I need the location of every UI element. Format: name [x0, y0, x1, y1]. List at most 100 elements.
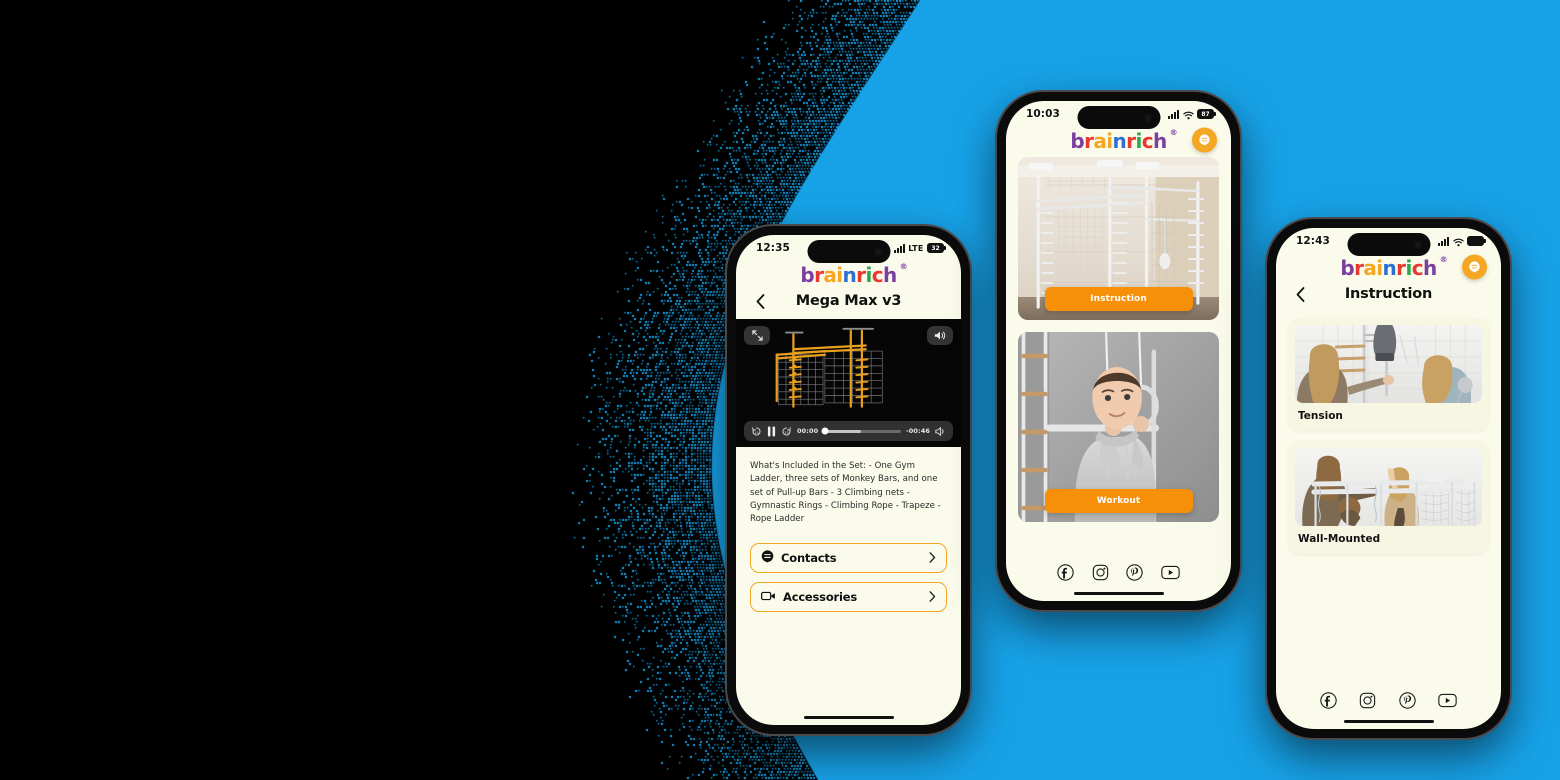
forward-15-icon[interactable]: 15	[781, 422, 792, 441]
logo-letter-r: r	[1354, 256, 1364, 280]
chat-fab-button[interactable]	[1462, 254, 1487, 280]
dynamic-island	[807, 240, 890, 263]
social-links	[1276, 686, 1501, 719]
contacts-button-label: Contacts	[781, 550, 837, 565]
chat-fab-button[interactable]	[1192, 127, 1217, 153]
status-time: 10:03	[1026, 108, 1060, 120]
video-controls-bar[interactable]: 15 15 00:00 -00:46	[744, 421, 953, 441]
chevron-left-icon[interactable]	[752, 293, 768, 309]
logo-letter-c: c	[1141, 129, 1154, 153]
instruction-card-tension[interactable]: Tension	[1288, 318, 1489, 431]
logo-letter-b: b	[1070, 129, 1085, 153]
phone-middle: 10:03 87 brainrich ® Instruction Workout	[997, 92, 1240, 610]
instruction-thumb	[1295, 325, 1482, 403]
nav-bar: Instruction	[1276, 280, 1501, 312]
logo-letter-b: b	[800, 263, 815, 287]
logo-letter-a: a	[1363, 256, 1377, 280]
status-indicators: LTE 32	[893, 243, 944, 253]
logo-letter-c: c	[871, 263, 884, 287]
app-logo-row: brainrich ®	[1276, 254, 1501, 280]
signal-bars-icon	[1168, 109, 1179, 119]
battery-icon: 32	[927, 243, 944, 253]
mockup-stage: 12:35 LTE 32 brainrich ® Mega Max v3 15 …	[0, 0, 1560, 780]
instagram-icon[interactable]	[1092, 564, 1109, 585]
instruction-card-wall-mounted[interactable]: Wall-Mounted	[1288, 441, 1489, 554]
brainrich-logo: brainrich ®	[800, 262, 907, 287]
network-label: LTE	[908, 243, 924, 253]
brainrich-logo: brainrich ®	[1340, 255, 1447, 280]
youtube-icon[interactable]	[1438, 693, 1457, 712]
accessories-button[interactable]: Accessories	[750, 581, 947, 612]
logo-letter-r2: r	[1396, 256, 1406, 280]
wifi-icon	[1452, 232, 1464, 251]
video-progress-slider[interactable]	[821, 427, 901, 435]
phone-left-screen: 12:35 LTE 32 brainrich ® Mega Max v3 15 …	[736, 235, 961, 725]
video-camera-icon	[761, 587, 776, 606]
instruction-list: Tension Wall-Mounted	[1276, 312, 1501, 554]
instruction-thumb	[1295, 448, 1482, 526]
page-title: Mega Max v3	[795, 293, 902, 309]
logo-letter-n: n	[1382, 256, 1397, 280]
expand-icon[interactable]	[744, 326, 770, 345]
registered-mark: ®	[1439, 255, 1448, 264]
registered-mark: ®	[899, 262, 908, 271]
home-indicator[interactable]	[803, 715, 894, 719]
instruction-card-caption: Wall-Mounted	[1298, 533, 1381, 545]
audio-toggle-icon[interactable]	[935, 422, 946, 441]
signal-bars-icon	[1438, 236, 1449, 246]
video-remaining-time: -00:46	[906, 427, 930, 435]
status-time: 12:35	[756, 242, 790, 254]
social-links	[1018, 558, 1219, 591]
facebook-icon[interactable]	[1057, 563, 1075, 585]
signal-bars-icon	[893, 243, 905, 253]
logo-letter-a: a	[823, 263, 837, 287]
brainrich-wordmark: brainrich	[800, 263, 897, 287]
phone-middle-screen: 10:03 87 brainrich ® Instruction Workout	[1006, 101, 1231, 601]
youtube-icon[interactable]	[1160, 565, 1180, 584]
product-description: What's Included in the Set: - One Gym La…	[750, 461, 941, 525]
accessories-button-label: Accessories	[783, 589, 857, 604]
phone-left: 12:35 LTE 32 brainrich ® Mega Max v3 15 …	[727, 226, 970, 734]
dynamic-island	[1347, 233, 1430, 256]
instruction-card-caption: Tension	[1298, 410, 1343, 422]
logo-letter-b: b	[1340, 256, 1355, 280]
instruction-cta[interactable]: Instruction	[1044, 287, 1193, 311]
instagram-icon[interactable]	[1359, 692, 1376, 713]
tension-photo	[1295, 325, 1482, 403]
phone-right: 12:43 brainrich ® Instruction Tension Wa…	[1267, 219, 1510, 738]
registered-mark: ®	[1169, 128, 1178, 137]
chevron-right-icon	[929, 591, 936, 602]
battery-icon	[1467, 236, 1484, 246]
status-indicators: 87	[1168, 105, 1214, 124]
video-progress-knob[interactable]	[821, 427, 829, 435]
pinterest-icon[interactable]	[1126, 563, 1143, 585]
logo-letter-h: h	[882, 263, 897, 287]
logo-letter-r2: r	[1126, 129, 1136, 153]
home-indicator[interactable]	[1343, 719, 1434, 723]
rewind-15-icon[interactable]: 15	[751, 422, 762, 441]
logo-letter-h: h	[1422, 256, 1437, 280]
logo-letter-r: r	[814, 263, 824, 287]
video-player[interactable]: 15 15 00:00 -00:46	[736, 319, 961, 447]
chevron-right-icon	[929, 552, 936, 563]
facebook-icon[interactable]	[1320, 691, 1337, 713]
contacts-button[interactable]: Contacts	[750, 542, 947, 573]
home-indicator[interactable]	[1073, 591, 1164, 595]
logo-letter-r: r	[1084, 129, 1094, 153]
nav-bar: Mega Max v3	[736, 287, 961, 319]
status-time: 12:43	[1296, 235, 1330, 247]
chevron-left-icon[interactable]	[1292, 286, 1308, 302]
kid-photo-card[interactable]: Workout	[1018, 332, 1219, 522]
pause-icon[interactable]	[767, 422, 776, 441]
gym-photo-card[interactable]: Instruction	[1018, 157, 1219, 320]
pinterest-icon[interactable]	[1398, 691, 1416, 713]
workout-cta[interactable]: Workout	[1044, 489, 1193, 513]
chat-bubble-icon	[1469, 261, 1480, 273]
speaker-icon[interactable]	[927, 326, 953, 345]
page-title: Instruction	[1344, 286, 1433, 302]
link-button-list: Contacts Accessories	[736, 527, 961, 612]
dynamic-island	[1077, 106, 1160, 129]
video-progress-fill	[823, 429, 861, 433]
app-logo-row: brainrich ®	[1006, 127, 1231, 153]
